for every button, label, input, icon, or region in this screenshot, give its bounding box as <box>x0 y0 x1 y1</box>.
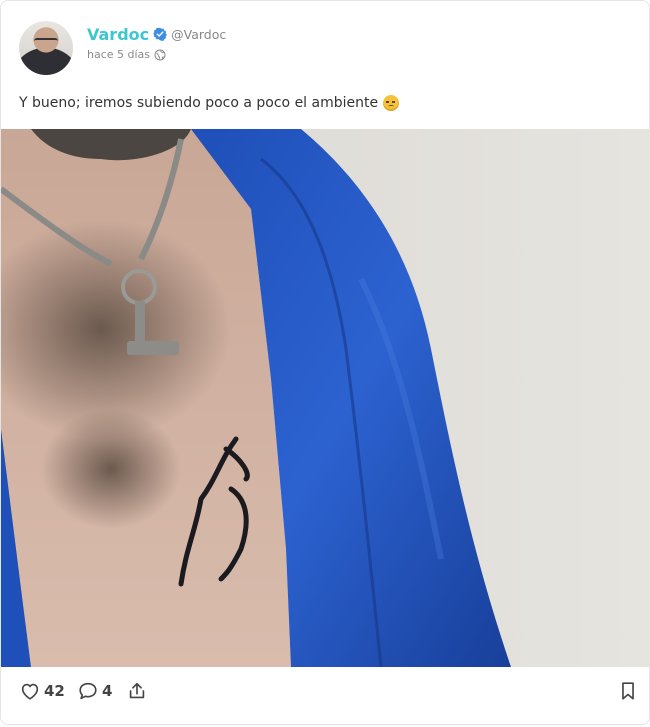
globe-icon <box>154 49 166 60</box>
verified-badge-icon <box>153 27 168 41</box>
pensive-face-emoji-icon <box>383 95 400 111</box>
comment-button[interactable]: 4 <box>77 680 112 702</box>
bookmark-icon <box>622 682 634 700</box>
share-icon <box>129 682 145 699</box>
author-block: Vardoc @Vardoc hace 5 días <box>87 23 226 77</box>
comment-count: 4 <box>102 682 113 700</box>
like-count: 42 <box>44 682 65 700</box>
post-header: Vardoc @Vardoc hace 5 días <box>19 21 226 77</box>
speech-bubble-icon <box>79 682 97 700</box>
post-text-content: Y bueno; iremos subiendo poco a poco el … <box>19 95 379 111</box>
avatar[interactable] <box>19 21 73 75</box>
post-photo[interactable] <box>1 129 649 667</box>
heart-icon <box>21 683 39 700</box>
post-text: Y bueno; iremos subiendo poco a poco el … <box>19 95 400 111</box>
post-card: Vardoc @Vardoc hace 5 días Y bueno; irem… <box>0 0 650 725</box>
post-actions: 42 4 <box>1 667 649 724</box>
like-button[interactable]: 42 <box>19 680 65 702</box>
author-display-name[interactable]: Vardoc <box>87 25 149 44</box>
share-button[interactable] <box>126 680 148 702</box>
post-timestamp[interactable]: hace 5 días <box>87 48 150 61</box>
photo-illustration <box>1 129 649 667</box>
bookmark-button[interactable] <box>617 680 639 702</box>
author-handle[interactable]: @Vardoc <box>171 27 226 42</box>
